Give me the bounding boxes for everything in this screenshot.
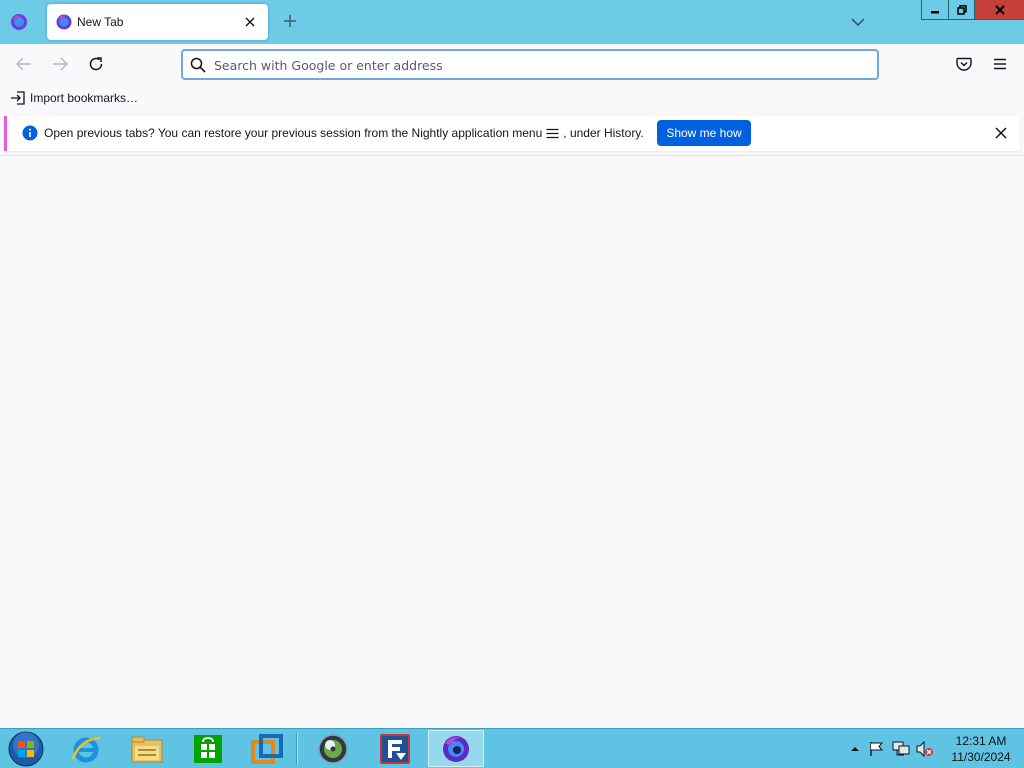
taskbar-internet-explorer[interactable] (58, 730, 114, 767)
import-bookmarks-button[interactable]: Import bookmarks… (10, 89, 138, 107)
import-bookmarks-label: Import bookmarks… (30, 91, 139, 105)
clock-time: 12:31 AM (955, 734, 1007, 748)
hamburger-menu-icon (546, 128, 559, 138)
notification-text-part2: , under History. (563, 126, 644, 140)
windows-taskbar: 12:31 AM 11/30/2024 (0, 728, 1024, 768)
minimize-button[interactable] (922, 0, 948, 19)
close-icon (245, 17, 255, 27)
bookmarks-toolbar: Import bookmarks… (0, 84, 1024, 112)
window-controls (921, 0, 1024, 20)
tab-title: New Tab (77, 15, 124, 29)
close-icon (995, 127, 1007, 139)
filezilla-icon (380, 733, 410, 764)
action-center-flag-icon[interactable] (868, 741, 886, 757)
show-me-how-button[interactable]: Show me how (657, 120, 751, 146)
windows-start-orb-icon (8, 731, 44, 767)
plus-icon (284, 15, 296, 27)
virtualbox-icon (251, 733, 283, 764)
taskbar-virtualbox[interactable] (239, 730, 295, 767)
system-tray (848, 739, 934, 759)
restore-icon (956, 4, 967, 15)
address-input[interactable] (214, 55, 854, 75)
notification-message: Open previous tabs? You can restore your… (44, 126, 644, 140)
firefox-view-button[interactable] (6, 9, 32, 35)
forward-arrow-icon (53, 57, 68, 71)
taskbar-media-player[interactable] (305, 730, 361, 767)
application-menu-button[interactable] (988, 52, 1012, 76)
start-button[interactable] (6, 730, 46, 768)
reload-button[interactable] (84, 52, 108, 76)
notification-text-part1: Open previous tabs? You can restore your… (44, 126, 543, 140)
chevron-down-icon (851, 18, 865, 26)
firefox-nightly-icon (11, 14, 27, 30)
media-player-icon (318, 733, 348, 764)
navigation-toolbar (0, 44, 1024, 84)
import-icon (11, 91, 25, 105)
taskbar-file-explorer[interactable] (119, 730, 175, 767)
list-all-tabs-button[interactable] (846, 10, 870, 34)
file-explorer-icon (131, 736, 163, 762)
taskbar-clock[interactable]: 12:31 AM 11/30/2024 (945, 733, 1017, 765)
taskbar-filezilla[interactable] (367, 730, 423, 767)
forward-button[interactable] (48, 52, 72, 76)
search-icon (190, 57, 206, 73)
show-hidden-icons-icon[interactable] (848, 742, 862, 756)
close-window-button[interactable] (974, 0, 1024, 19)
tab-strip: New Tab (0, 0, 1024, 44)
back-button[interactable] (12, 52, 36, 76)
dismiss-notification-button[interactable] (992, 124, 1010, 142)
close-tab-button[interactable] (240, 12, 260, 32)
back-arrow-icon (16, 57, 31, 71)
taskbar-separator (296, 733, 298, 765)
clock-date: 11/30/2024 (951, 750, 1011, 764)
hamburger-menu-icon (994, 58, 1006, 70)
address-bar[interactable] (181, 49, 879, 80)
session-restore-notification: Open previous tabs? You can restore your… (4, 116, 1020, 151)
firefox-nightly-icon (56, 14, 72, 30)
restore-button[interactable] (948, 0, 974, 19)
firefox-nightly-icon (443, 735, 469, 762)
taskbar-firefox-nightly[interactable] (428, 730, 484, 767)
minimize-icon (931, 10, 939, 13)
info-icon (22, 125, 38, 141)
tab-new-tab[interactable]: New Tab (47, 4, 268, 40)
page-content[interactable] (0, 156, 1024, 728)
pocket-icon (956, 57, 972, 71)
close-icon (994, 4, 1005, 15)
pocket-button[interactable] (952, 52, 976, 76)
volume-muted-icon[interactable] (916, 741, 934, 757)
taskbar-store[interactable] (180, 730, 236, 767)
new-tab-button[interactable] (279, 10, 301, 32)
reload-icon (89, 57, 103, 71)
internet-explorer-icon (71, 736, 101, 762)
network-icon[interactable] (892, 741, 910, 757)
store-icon (194, 734, 222, 763)
